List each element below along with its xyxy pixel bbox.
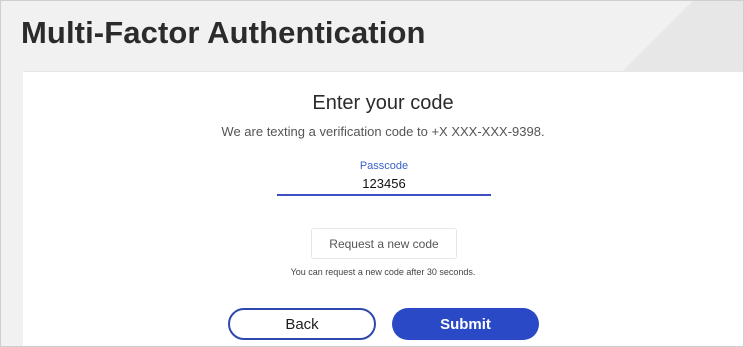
passcode-input[interactable]	[277, 174, 491, 196]
passcode-label: Passcode	[359, 160, 409, 172]
request-new-code-button[interactable]: Request a new code	[311, 228, 457, 259]
verification-message: We are texting a verification code to +X…	[221, 124, 545, 139]
card-heading: Enter your code	[312, 92, 454, 114]
passcode-field: Passcode	[277, 160, 491, 196]
request-code-note: You can request a new code after 30 seco…	[290, 267, 476, 277]
back-button[interactable]: Back	[228, 308, 376, 340]
header-decoration	[613, 1, 743, 71]
mfa-card: Enter your code We are texting a verific…	[23, 71, 743, 346]
page-title: Multi-Factor Authentication	[21, 15, 426, 50]
mfa-window: Multi-Factor Authentication Enter your c…	[0, 0, 744, 347]
submit-button[interactable]: Submit	[392, 308, 539, 340]
